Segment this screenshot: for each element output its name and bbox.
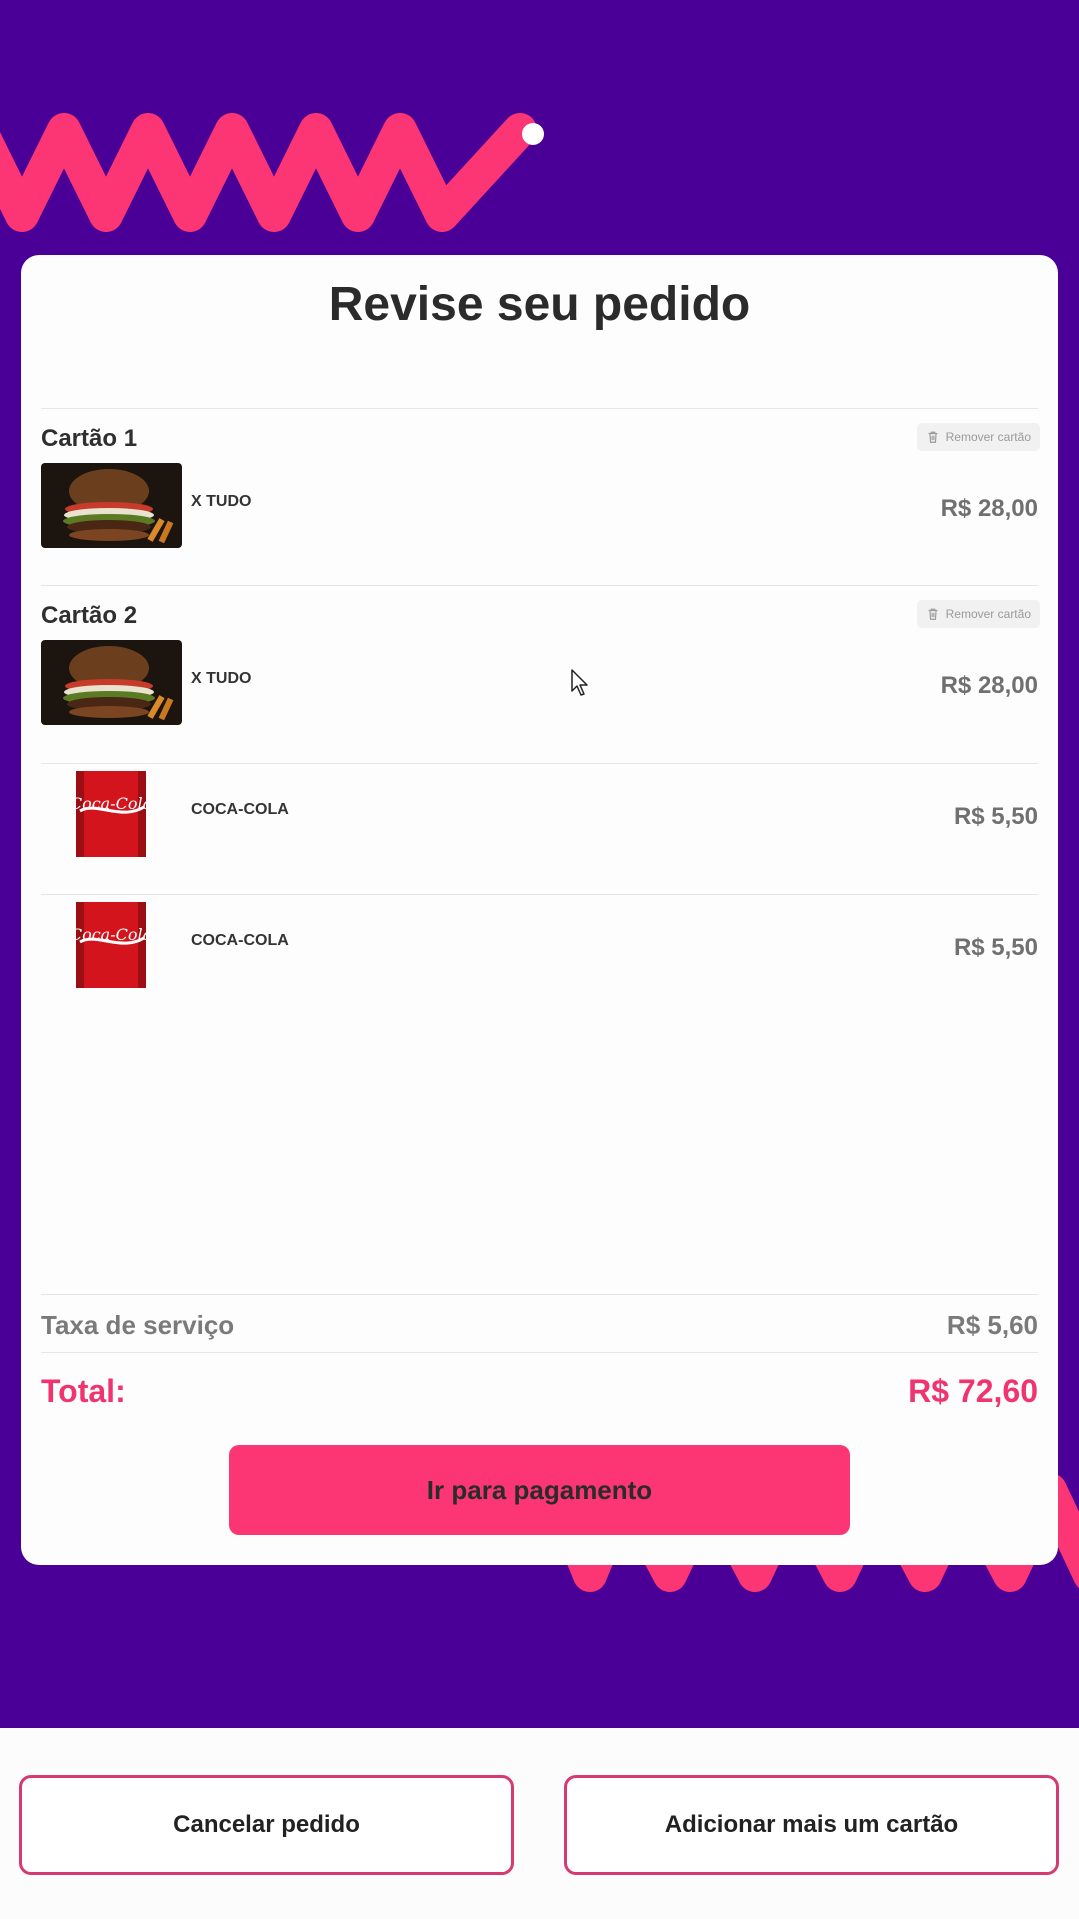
item-name: X TUDO — [191, 493, 252, 510]
item-price: R$ 5,50 — [953, 934, 1038, 961]
item-name: X TUDO — [191, 670, 252, 687]
zigzag-decoration-top — [0, 113, 544, 232]
coca-cola-can-image: Coca-Cola — [76, 902, 146, 988]
total-label: Total: — [41, 1373, 126, 1409]
total-value: R$ 72,60 — [908, 1373, 1038, 1409]
divider — [41, 408, 1038, 409]
divider — [41, 1294, 1038, 1295]
card-1-title: Cartão 1 — [41, 425, 138, 452]
card-2-title: Cartão 2 — [41, 602, 138, 629]
remove-card-label: Remover cartão — [945, 607, 1031, 621]
remove-card-label: Remover cartão — [945, 430, 1031, 444]
item-name: COCA-COLA — [191, 801, 289, 818]
go-to-payment-button[interactable]: Ir para pagamento — [229, 1445, 850, 1535]
svg-text:Coca-Cola: Coca-Cola — [76, 925, 146, 944]
divider — [41, 585, 1038, 586]
trash-icon — [928, 608, 937, 620]
divider — [41, 894, 1038, 895]
footer-bar: Cancelar pedido Adicionar mais um cartão — [0, 1728, 1079, 1919]
item-price: R$ 28,00 — [940, 495, 1038, 522]
remove-card-2-button[interactable]: Remover cartão — [916, 600, 1040, 628]
divider — [41, 1352, 1038, 1353]
mouse-cursor-icon — [571, 669, 588, 696]
service-fee-value: R$ 5,60 — [946, 1310, 1038, 1340]
order-review-card: Revise seu pedido Cartão 1 Remover cartã… — [21, 255, 1058, 1565]
svg-text:Coca-Cola: Coca-Cola — [76, 794, 146, 813]
divider — [41, 763, 1038, 764]
service-fee-label: Taxa de serviço — [41, 1310, 235, 1340]
item-name: COCA-COLA — [191, 932, 289, 949]
burger-image — [41, 463, 182, 548]
item-price: R$ 5,50 — [953, 803, 1038, 830]
trash-icon — [928, 431, 937, 443]
remove-card-1-button[interactable]: Remover cartão — [916, 423, 1040, 451]
page-title: Revise seu pedido — [328, 278, 751, 331]
coca-cola-can-image: Coca-Cola — [76, 771, 146, 857]
add-card-button[interactable]: Adicionar mais um cartão — [564, 1775, 1059, 1875]
burger-image — [41, 640, 182, 725]
item-price: R$ 28,00 — [940, 672, 1038, 699]
cancel-order-button[interactable]: Cancelar pedido — [19, 1775, 514, 1875]
